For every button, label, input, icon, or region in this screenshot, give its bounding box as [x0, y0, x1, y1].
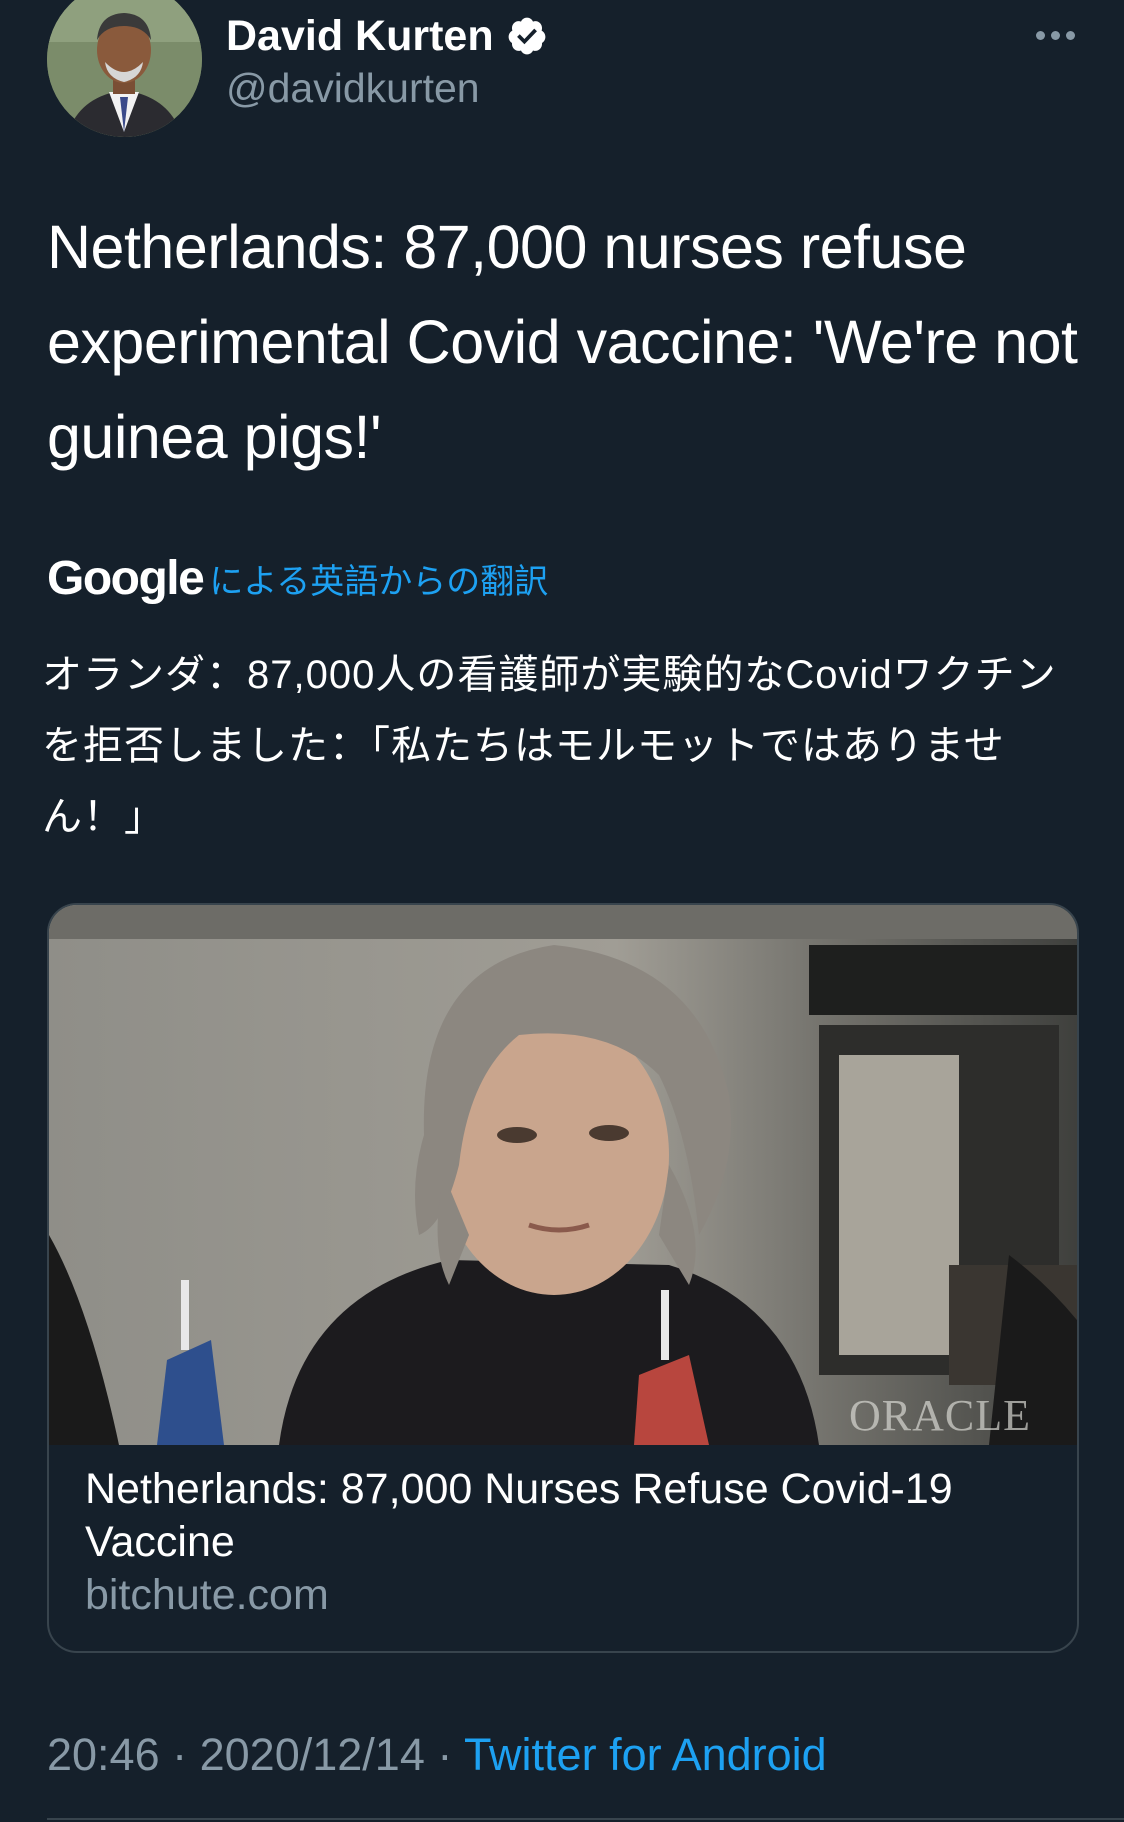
tweet-date[interactable]: 2020/12/14 — [200, 1729, 425, 1780]
link-preview-card[interactable]: ORACLE Netherlands: 87,000 Nurses Refuse… — [47, 903, 1079, 1653]
translation-header: Google による英語からの翻訳 — [47, 548, 548, 608]
avatar-photo — [47, 0, 202, 137]
author-handle[interactable]: @davidkurten — [226, 62, 480, 114]
author-name-text: David Kurten — [226, 12, 494, 60]
verified-badge-icon — [508, 17, 545, 55]
more-dot — [1035, 30, 1045, 40]
card-domain: bitchute.com — [85, 1571, 329, 1619]
translated-text: オランダ：87,000人の看護師が実験的なCovidワクチンを拒否しました：「私… — [42, 653, 1057, 839]
meta-separator: · — [159, 1729, 200, 1780]
card-title: Netherlands: 87,000 Nurses Refuse Covid-… — [85, 1465, 953, 1566]
tweet-text: Netherlands: 87,000 nurses refuse experi… — [47, 213, 1078, 471]
tweet-source-link[interactable]: Twitter for Android — [464, 1729, 827, 1780]
author-name[interactable]: David Kurten — [226, 8, 548, 64]
card-image: ORACLE — [49, 905, 1077, 1445]
author-avatar[interactable] — [47, 0, 202, 137]
more-dot — [1065, 30, 1075, 40]
meta-separator: · — [424, 1729, 465, 1780]
tweet-meta: 20:46 · 2020/12/14 · Twitter for Android — [47, 1725, 827, 1785]
more-options-icon[interactable] — [1020, 20, 1090, 50]
google-logo: Google — [47, 551, 205, 605]
tweet-time[interactable]: 20:46 — [47, 1729, 160, 1780]
card-image-watermark: ORACLE — [849, 1391, 1031, 1440]
more-dot — [1050, 30, 1060, 40]
card-photo: ORACLE — [49, 905, 1077, 1445]
translation-source-link[interactable]: による英語からの翻訳 — [209, 554, 548, 603]
divider — [47, 1818, 1124, 1820]
